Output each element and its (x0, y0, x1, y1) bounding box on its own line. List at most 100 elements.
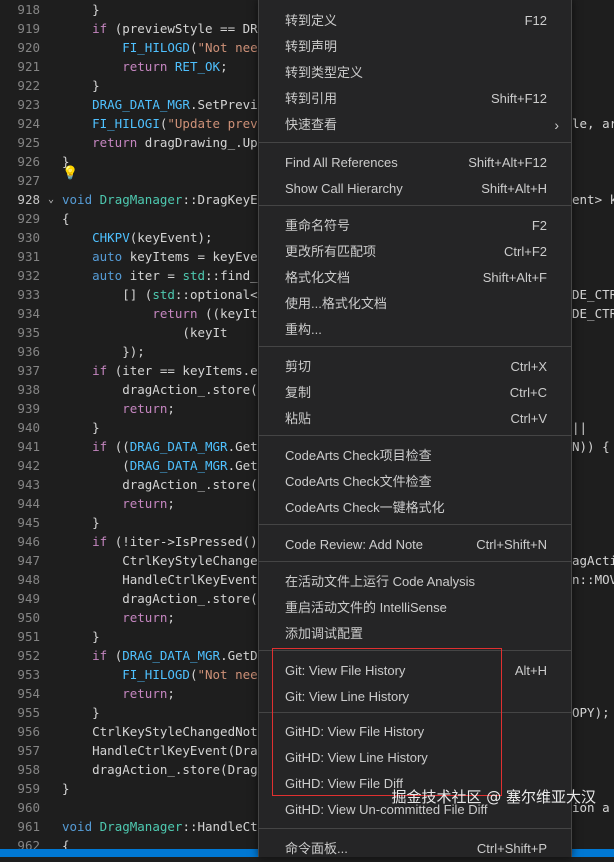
line-number: 950 (17, 610, 40, 625)
line-number: 954 (17, 686, 40, 701)
line-number: 953 (17, 667, 40, 682)
code-fragment: ent> ke (572, 192, 614, 207)
line-number-gutter: 918 919 920 921 922 923 924 925 926 927 928 929 930 9… (0, 0, 48, 855)
menu-item[interactable]: CodeArts Check文件检查 (259, 469, 571, 495)
line-number: 955 (17, 705, 40, 720)
code-fragment: N)) { (572, 439, 610, 454)
code-fragment: DE_CTR (572, 306, 614, 321)
menu-item-label: 转到引用 (285, 91, 338, 106)
line-number: 936 (17, 344, 40, 359)
menu-item-label: Find All References (285, 155, 398, 170)
line-number: 951 (17, 629, 40, 644)
menu-item[interactable]: 转到引用 Shift+F12 (259, 86, 571, 112)
menu-item-label: 剪切 (285, 359, 312, 374)
code-fragment: DE_CTR (572, 287, 614, 302)
line-number: 930 (17, 230, 40, 245)
menu-item[interactable]: 快速查看 › (259, 112, 571, 138)
menu-item-label: 转到定义 (285, 13, 338, 28)
menu-item-shortcut: Shift+F12 (490, 91, 547, 106)
line-number: 918 (17, 2, 40, 17)
line-number: 919 (17, 21, 40, 36)
git-history-highlight-box (272, 648, 502, 796)
line-number: 929 (17, 211, 40, 226)
line-number: 948 (17, 572, 40, 587)
menu-separator (259, 346, 571, 347)
menu-item-shortcut: Ctrl+C (509, 385, 547, 400)
watermark: 掘金技术社区 @ 塞尔维亚大汉 (391, 788, 596, 806)
line-number: 928 (17, 192, 40, 207)
menu-item-label: 转到类型定义 (285, 65, 364, 80)
line-number: 942 (17, 458, 40, 473)
code-fragment: le, ar (572, 116, 614, 131)
menu-item-shortcut: Ctrl+V (510, 411, 547, 426)
line-number: 934 (17, 306, 40, 321)
code-fragment: OPY); (572, 705, 610, 720)
menu-item[interactable]: 命令面板... Ctrl+Shift+P (259, 836, 571, 862)
menu-item-label: CodeArts Check项目检查 (285, 448, 432, 463)
menu-item[interactable]: CodeArts Check一键格式化 (259, 495, 571, 521)
menu-item-shortcut: Shift+Alt+F12 (468, 155, 547, 170)
line-number: 949 (17, 591, 40, 606)
menu-item-shortcut: Shift+Alt+F (482, 270, 547, 285)
menu-item-label: 添加调试配置 (285, 626, 364, 641)
line-number: 956 (17, 724, 40, 739)
menu-item-label: Code Review: Add Note (285, 537, 424, 552)
menu-item-label: 粘贴 (285, 411, 312, 426)
menu-item-shortcut: F2 (531, 218, 547, 233)
line-number: 947 (17, 553, 40, 568)
line-number: 960 (17, 800, 40, 815)
line-number: 946 (17, 534, 40, 549)
menu-item[interactable]: 转到类型定义 (259, 60, 571, 86)
line-number: 939 (17, 401, 40, 416)
menu-item-label: 重构... (285, 322, 322, 337)
menu-item-label: 使用...格式化文档 (285, 296, 387, 311)
menu-item[interactable]: 复制 Ctrl+C (259, 380, 571, 406)
menu-item[interactable]: 转到声明 (259, 34, 571, 60)
line-number: 944 (17, 496, 40, 511)
menu-item-label: 更改所有匹配项 (285, 244, 377, 259)
line-number: 957 (17, 743, 40, 758)
line-number: 931 (17, 249, 40, 264)
line-number: 923 (17, 97, 40, 112)
menu-item-shortcut: Alt+H (514, 663, 547, 678)
line-number: 935 (17, 325, 40, 340)
line-number: 940 (17, 420, 40, 435)
line-number: 922 (17, 78, 40, 93)
line-number: 952 (17, 648, 40, 663)
menu-item[interactable]: 使用...格式化文档 (259, 291, 571, 317)
line-number: 959 (17, 781, 40, 796)
fold-chevron-icon[interactable]: ⌄ (48, 190, 60, 209)
menu-item[interactable]: CodeArts Check项目检查 (259, 443, 571, 469)
chevron-right-icon: › (554, 117, 559, 133)
menu-separator (259, 435, 571, 436)
line-number: 958 (17, 762, 40, 777)
menu-separator (259, 524, 571, 525)
menu-item[interactable]: Show Call Hierarchy Shift+Alt+H (259, 176, 571, 202)
menu-item[interactable]: 更改所有匹配项 Ctrl+F2 (259, 239, 571, 265)
menu-item[interactable]: 剪切 Ctrl+X (259, 354, 571, 380)
menu-item-shortcut: Shift+Alt+H (481, 181, 547, 196)
menu-item[interactable]: 粘贴 Ctrl+V (259, 406, 571, 432)
menu-item[interactable]: 重启活动文件的 IntelliSense (259, 595, 571, 621)
menu-item[interactable]: 转到定义 F12 (259, 8, 571, 34)
menu-item[interactable]: 重命名符号 F2 (259, 213, 571, 239)
menu-item-label: 转到声明 (285, 39, 338, 54)
menu-item-label: 复制 (285, 385, 312, 400)
menu-item-shortcut: Ctrl+Shift+N (476, 537, 547, 552)
menu-item[interactable]: Code Review: Add Note Ctrl+Shift+N (259, 532, 571, 558)
line-number: 927 (17, 173, 40, 188)
menu-item[interactable]: Find All References Shift+Alt+F12 (259, 150, 571, 176)
line-number: 941 (17, 439, 40, 454)
line-number: 938 (17, 382, 40, 397)
line-number: 924 (17, 116, 40, 131)
menu-item[interactable]: 在活动文件上运行 Code Analysis (259, 569, 571, 595)
menu-item[interactable]: 重构... (259, 317, 571, 343)
menu-item[interactable]: 格式化文档 Shift+Alt+F (259, 265, 571, 291)
menu-item-label: CodeArts Check文件检查 (285, 474, 432, 489)
code-fragment: agActi (572, 553, 614, 568)
menu-item-label: 重启活动文件的 IntelliSense (285, 600, 447, 615)
line-number: 945 (17, 515, 40, 530)
menu-item-shortcut: Ctrl+X (510, 359, 547, 374)
menu-item[interactable]: 添加调试配置 (259, 621, 571, 647)
menu-item-label: 快速查看 (285, 117, 338, 132)
